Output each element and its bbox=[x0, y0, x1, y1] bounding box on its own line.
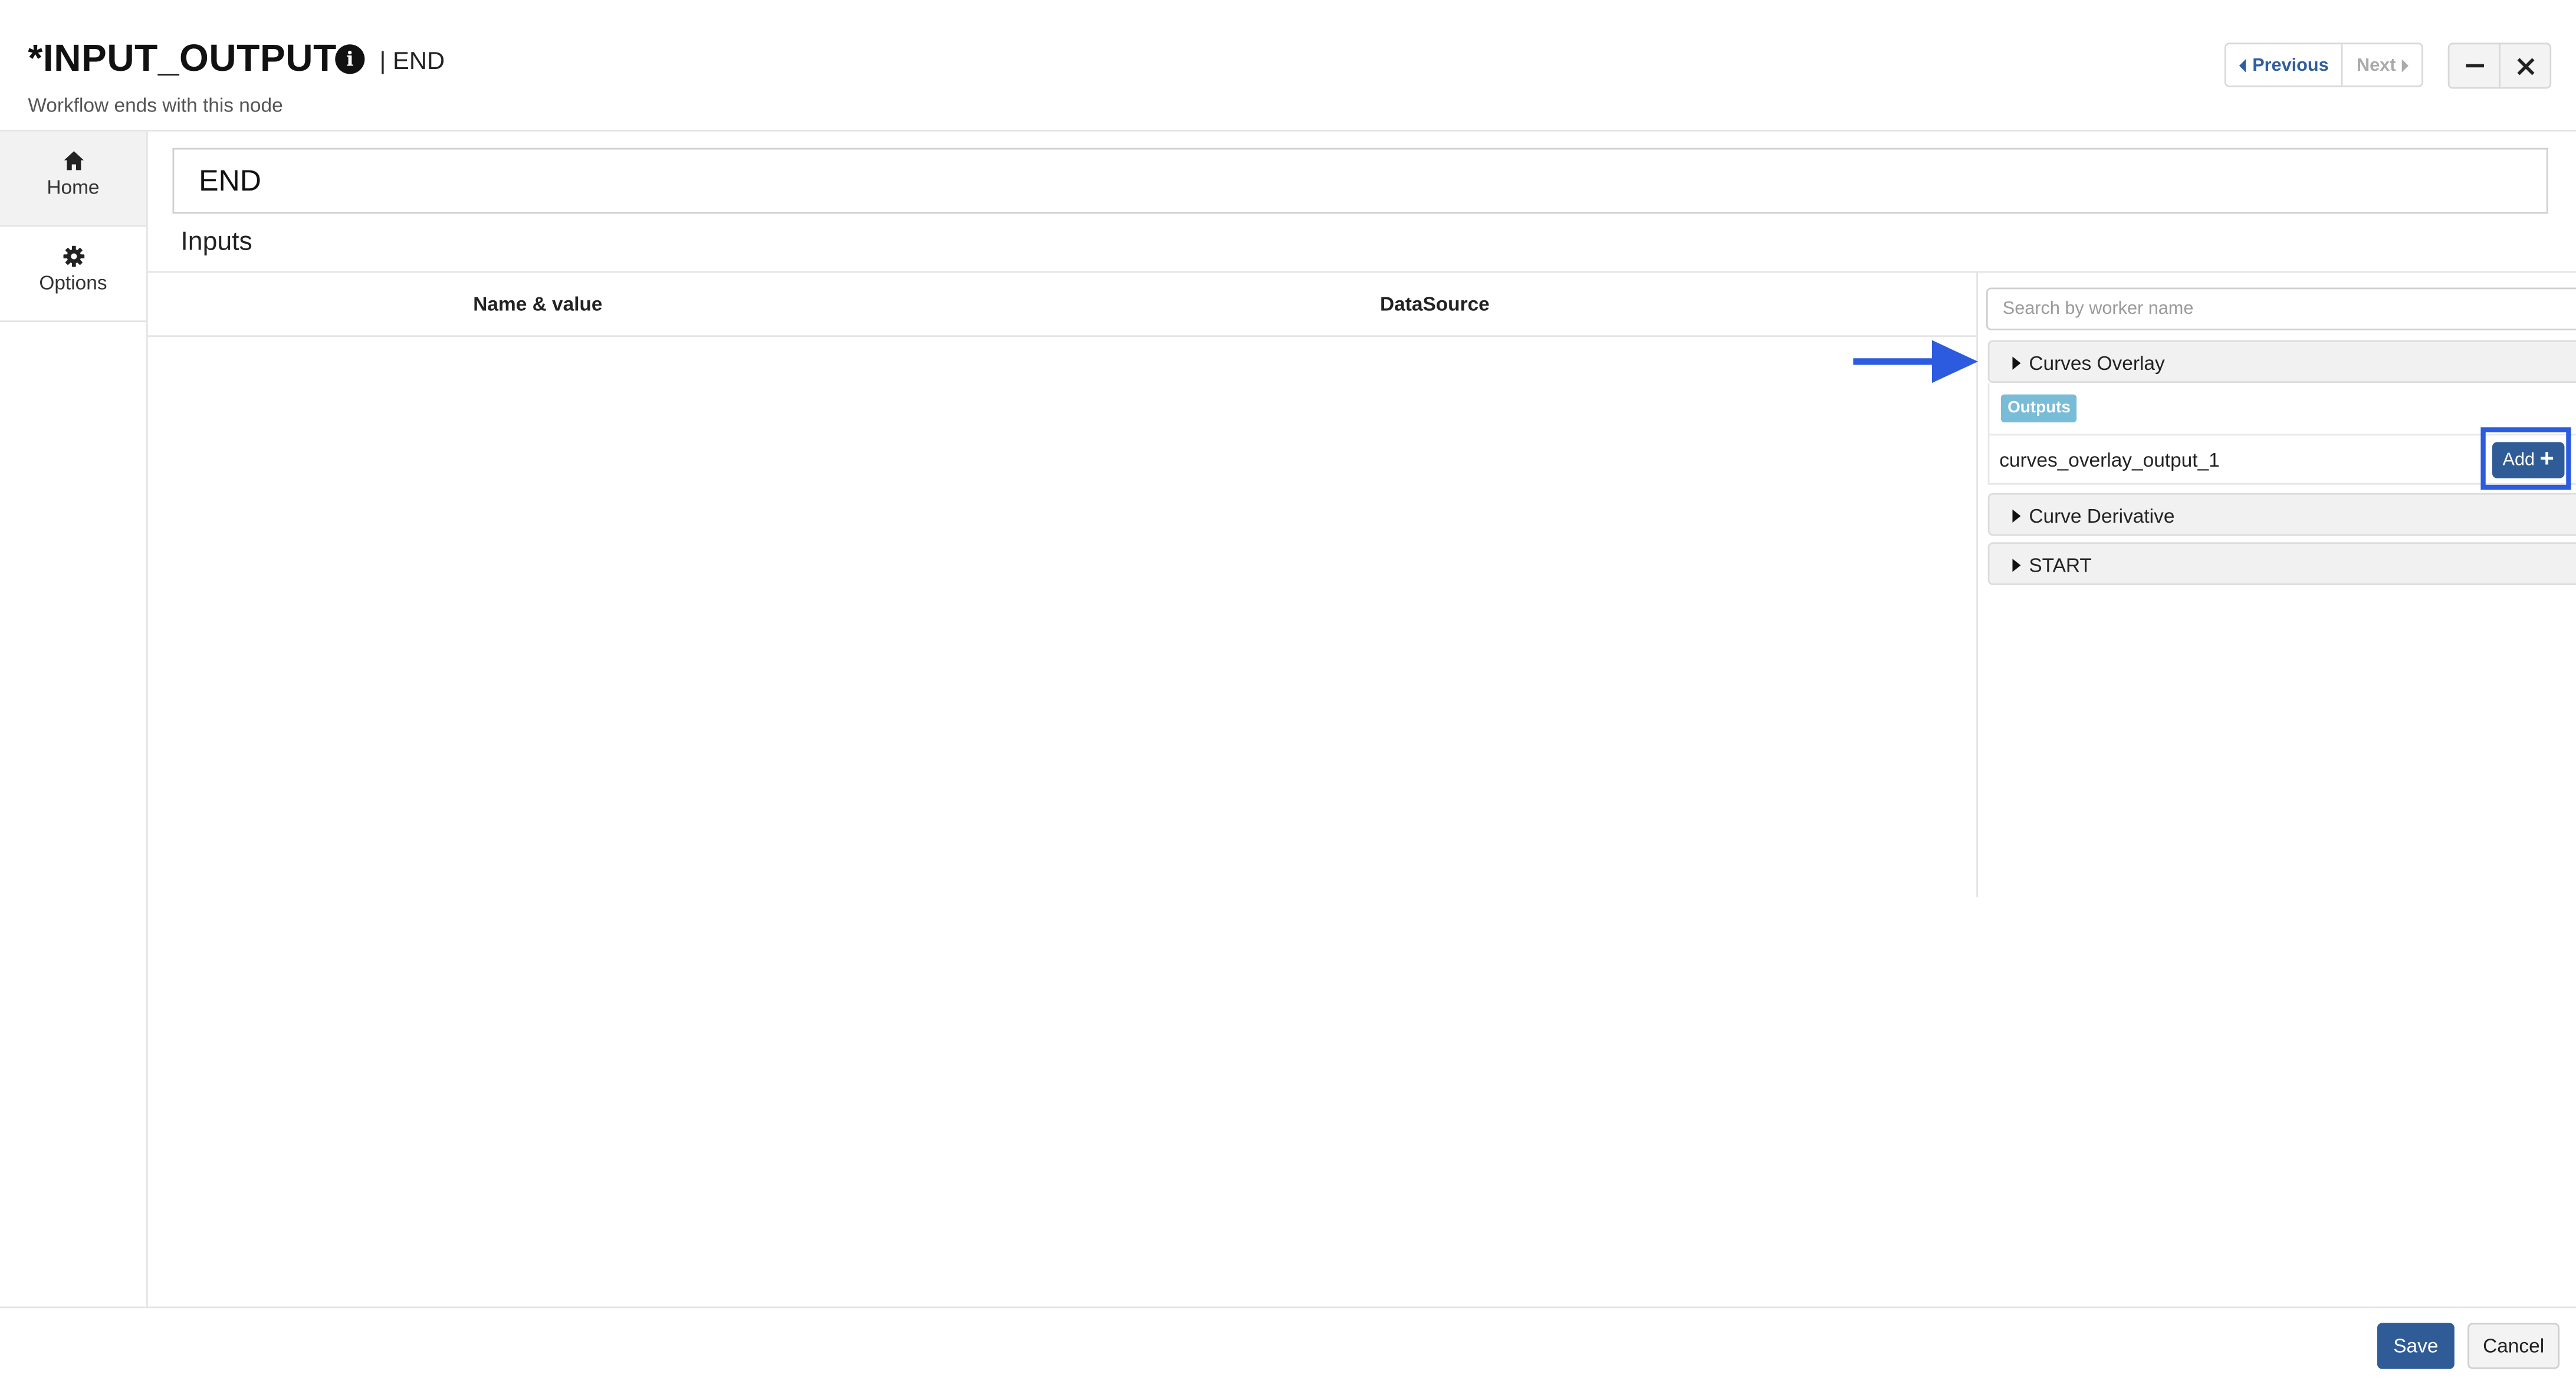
home-icon bbox=[63, 151, 83, 170]
caret-right-icon bbox=[2402, 58, 2409, 72]
worker-name: Curves Overlay bbox=[2029, 352, 2165, 375]
sidebar-item-options[interactable]: Options bbox=[0, 227, 146, 322]
page-title: *INPUT_OUTPUT bbox=[28, 36, 337, 79]
page-subtitle: Workflow ends with this node bbox=[28, 93, 283, 117]
add-output-button[interactable]: Add + bbox=[2492, 442, 2565, 478]
outputs-badge: Outputs bbox=[2000, 394, 2078, 422]
worker-search-input[interactable] bbox=[1986, 287, 2576, 330]
divider bbox=[147, 271, 2576, 273]
minimize-icon bbox=[2465, 64, 2483, 68]
dialog: *INPUT_OUTPUT i | END Workflow ends with… bbox=[0, 0, 2576, 1384]
sidebar: Home Options bbox=[0, 131, 148, 1307]
sidebar-item-label: Options bbox=[39, 271, 107, 294]
add-label: Add bbox=[2502, 450, 2535, 470]
pager: Previous Next bbox=[2224, 42, 2424, 87]
plus-icon: + bbox=[2539, 445, 2554, 474]
sidebar-item-home[interactable]: Home bbox=[0, 131, 146, 227]
info-circle-icon[interactable]: i bbox=[335, 44, 365, 74]
save-button[interactable]: Save bbox=[2377, 1323, 2455, 1369]
inputs-heading: Inputs bbox=[180, 228, 252, 257]
output-name: curves_overlay_output_1 bbox=[1999, 448, 2220, 472]
cancel-button[interactable]: Cancel bbox=[2467, 1323, 2560, 1369]
worker-accordion-curve-derivative[interactable]: Curve Derivative bbox=[1987, 493, 2576, 536]
caret-left-icon bbox=[2239, 58, 2246, 72]
previous-label: Previous bbox=[2252, 55, 2329, 75]
worker-name: START bbox=[2029, 553, 2092, 577]
caret-right-icon bbox=[2012, 559, 2021, 572]
column-header-name[interactable]: Name & value bbox=[473, 293, 602, 316]
node-name-field[interactable]: END bbox=[172, 147, 2548, 214]
caret-right-icon bbox=[2012, 356, 2021, 370]
column-header-datasource[interactable]: DataSource bbox=[1380, 293, 1490, 316]
worker-accordion-curves-overlay[interactable]: Curves Overlay bbox=[1987, 340, 2576, 383]
dialog-header: *INPUT_OUTPUT i | END Workflow ends with… bbox=[0, 0, 2576, 132]
divider bbox=[0, 1306, 2576, 1308]
annotation-arrow-icon bbox=[1853, 340, 1978, 383]
worker-accordion-start[interactable]: START bbox=[1987, 542, 2576, 585]
previous-button[interactable]: Previous bbox=[2226, 44, 2344, 86]
sidebar-item-label: Home bbox=[47, 176, 100, 199]
close-button[interactable] bbox=[2499, 42, 2552, 89]
divider bbox=[147, 335, 1977, 337]
caret-right-icon bbox=[2012, 509, 2021, 523]
next-button[interactable]: Next bbox=[2343, 44, 2422, 86]
node-type-label: | END bbox=[379, 47, 445, 76]
worker-name: Curve Derivative bbox=[2029, 504, 2175, 528]
minimize-button[interactable] bbox=[2447, 42, 2501, 89]
gear-icon bbox=[63, 245, 84, 267]
next-label: Next bbox=[2356, 55, 2396, 75]
close-icon bbox=[2516, 57, 2534, 74]
